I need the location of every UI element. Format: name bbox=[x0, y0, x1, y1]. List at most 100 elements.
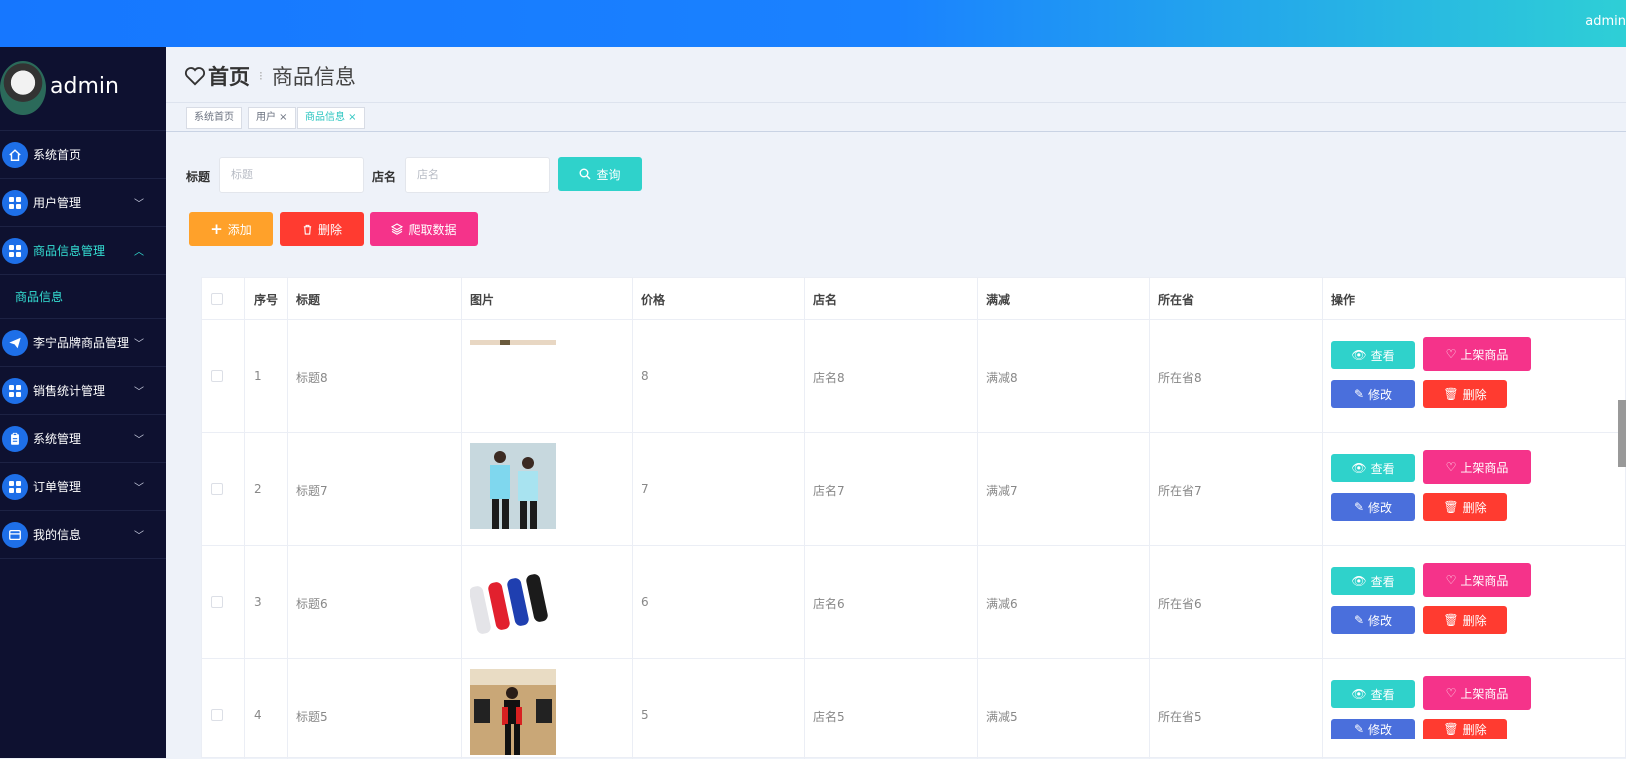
eye-icon: 👁 bbox=[1351, 574, 1367, 588]
row-shop: 店名6 bbox=[813, 597, 845, 611]
row-shop: 店名7 bbox=[813, 484, 845, 498]
column-divider bbox=[244, 278, 245, 759]
row-delete-button[interactable]: 🗑 删除 bbox=[1423, 493, 1507, 521]
row-checkbox[interactable] bbox=[211, 370, 223, 382]
sidebar-item-users[interactable]: 用户管理 ﹀ bbox=[0, 179, 166, 227]
row-checkbox[interactable] bbox=[211, 596, 223, 608]
title-search-input[interactable]: 标题 bbox=[219, 157, 364, 193]
view-label: 查看 bbox=[1370, 461, 1395, 476]
chevron-down-icon: ﹀ bbox=[134, 531, 144, 542]
row-checkbox[interactable] bbox=[211, 483, 223, 495]
header-index: 序号 bbox=[254, 293, 279, 307]
heart-icon: ♡ bbox=[1445, 347, 1457, 361]
sidebar-item-lining[interactable]: 李宁品牌商品管理 ﹀ bbox=[0, 319, 166, 367]
row-delete-button[interactable]: 🗑 删除 bbox=[1423, 606, 1507, 634]
row-title: 标题5 bbox=[296, 710, 328, 724]
delete-button[interactable]: 删除 bbox=[280, 212, 364, 246]
trash-icon: 🗑 bbox=[1443, 500, 1459, 514]
row-title: 标题7 bbox=[296, 484, 328, 498]
send-icon bbox=[2, 329, 28, 356]
shelve-button[interactable]: ♡ 上架商品 bbox=[1423, 337, 1531, 371]
edit-icon: ✎ bbox=[1353, 613, 1365, 627]
sidebar-item-my-info[interactable]: 我的信息 ﹀ bbox=[0, 511, 166, 559]
add-button[interactable]: + 添加 bbox=[189, 212, 273, 246]
delete-label: 删除 bbox=[317, 222, 342, 237]
edit-button[interactable]: ✎ 修改 bbox=[1331, 606, 1415, 634]
row-delete-button[interactable]: 🗑 删除 bbox=[1423, 719, 1507, 739]
query-label: 查询 bbox=[596, 167, 621, 182]
row-discount: 满减7 bbox=[986, 484, 1018, 498]
shelve-label: 上架商品 bbox=[1460, 347, 1509, 362]
shop-search-input[interactable]: 店名 bbox=[405, 157, 550, 193]
sidebar-item-label: 我的信息 bbox=[33, 528, 82, 542]
shelve-label: 上架商品 bbox=[1460, 686, 1509, 701]
shop-label: 店名 bbox=[372, 170, 397, 184]
shelve-button[interactable]: ♡ 上架商品 bbox=[1423, 450, 1531, 484]
tab-product-info[interactable]: 商品信息 × bbox=[297, 107, 365, 129]
select-all-checkbox[interactable] bbox=[211, 293, 223, 305]
grid-icon bbox=[2, 189, 28, 216]
edit-button[interactable]: ✎ 修改 bbox=[1331, 380, 1415, 408]
row-checkbox[interactable] bbox=[211, 709, 223, 721]
header-user[interactable]: admin bbox=[1585, 14, 1626, 29]
view-button[interactable]: 👁 查看 bbox=[1331, 567, 1415, 595]
row-shop: 店名5 bbox=[813, 710, 845, 724]
column-divider bbox=[1149, 278, 1150, 759]
sidebar-item-label: 商品信息管理 bbox=[33, 244, 106, 258]
breadcrumb-home[interactable]: 首页 bbox=[208, 61, 250, 91]
column-divider bbox=[632, 278, 633, 759]
close-icon[interactable]: × bbox=[276, 112, 287, 123]
trash-icon bbox=[303, 224, 312, 235]
row-index: 3 bbox=[254, 595, 262, 609]
sidebar-item-products[interactable]: 商品信息管理 ︿ bbox=[0, 227, 166, 275]
sidebar-item-system[interactable]: 系统管理 ﹀ bbox=[0, 415, 166, 463]
sidebar-item-orders[interactable]: 订单管理 ﹀ bbox=[0, 463, 166, 511]
delete-label: 删除 bbox=[1462, 387, 1487, 402]
header-province: 所在省 bbox=[1158, 293, 1195, 307]
row-price: 6 bbox=[641, 595, 649, 609]
column-divider bbox=[287, 278, 288, 759]
chevron-down-icon: ﹀ bbox=[134, 339, 144, 350]
view-button[interactable]: 👁 查看 bbox=[1331, 454, 1415, 482]
crawl-data-button[interactable]: 爬取数据 bbox=[370, 212, 478, 246]
row-divider bbox=[202, 432, 1626, 433]
view-button[interactable]: 👁 查看 bbox=[1331, 341, 1415, 369]
view-button[interactable]: 👁 查看 bbox=[1331, 680, 1415, 708]
edit-button[interactable]: ✎ 修改 bbox=[1331, 719, 1415, 739]
chevron-down-icon: ﹀ bbox=[134, 483, 144, 494]
home-icon bbox=[2, 141, 28, 168]
query-button[interactable]: 查询 bbox=[558, 157, 642, 191]
eye-icon: 👁 bbox=[1351, 348, 1367, 362]
close-icon[interactable]: × bbox=[345, 112, 356, 123]
tags-bar: 系统首页 用户 × 商品信息 × bbox=[166, 102, 1626, 132]
delete-label: 删除 bbox=[1462, 722, 1487, 737]
scrollbar[interactable] bbox=[1618, 400, 1626, 467]
shelve-button[interactable]: ♡ 上架商品 bbox=[1423, 676, 1531, 710]
heart-icon: ♡ bbox=[1445, 460, 1457, 474]
header-actions: 操作 bbox=[1331, 293, 1356, 307]
row-title: 标题6 bbox=[296, 597, 328, 611]
column-divider bbox=[1322, 278, 1323, 759]
row-index: 1 bbox=[254, 369, 262, 383]
row-discount: 满减6 bbox=[986, 597, 1018, 611]
sidebar-item-label: 用户管理 bbox=[33, 196, 82, 210]
edit-icon: ✎ bbox=[1353, 722, 1365, 736]
row-province: 所在省5 bbox=[1158, 710, 1202, 724]
sidebar-item-home[interactable]: 系统首页 bbox=[0, 131, 166, 179]
crawl-label: 爬取数据 bbox=[408, 222, 457, 237]
edit-label: 修改 bbox=[1368, 500, 1393, 515]
row-price: 5 bbox=[641, 708, 649, 722]
row-province: 所在省6 bbox=[1158, 597, 1202, 611]
grid-icon bbox=[2, 377, 28, 404]
shelve-label: 上架商品 bbox=[1460, 573, 1509, 588]
row-discount: 满减5 bbox=[986, 710, 1018, 724]
shelve-button[interactable]: ♡ 上架商品 bbox=[1423, 563, 1531, 597]
tab-home[interactable]: 系统首页 bbox=[186, 107, 242, 129]
row-delete-button[interactable]: 🗑 删除 bbox=[1423, 380, 1507, 408]
tab-label: 系统首页 bbox=[194, 112, 234, 123]
sidebar-subitem-product-info[interactable]: 商品信息 bbox=[0, 275, 166, 319]
edit-button[interactable]: ✎ 修改 bbox=[1331, 493, 1415, 521]
sidebar-item-sales[interactable]: 销售统计管理 ﹀ bbox=[0, 367, 166, 415]
tab-users[interactable]: 用户 × bbox=[248, 107, 296, 129]
row-price: 7 bbox=[641, 482, 649, 496]
